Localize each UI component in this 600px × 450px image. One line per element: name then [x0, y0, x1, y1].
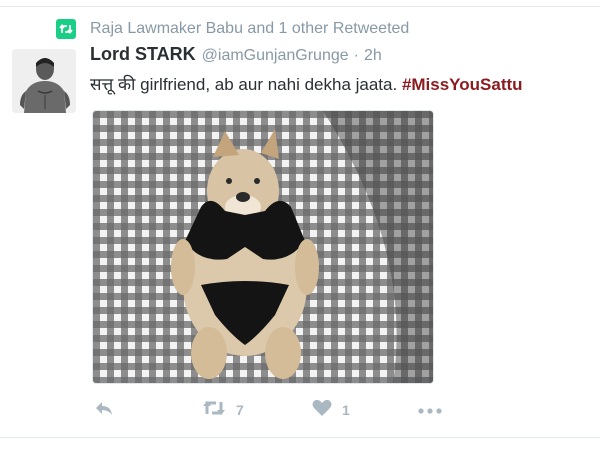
heart-icon [312, 399, 332, 422]
tweet-header: Lord STARK @iamGunjanGrunge · 2h [90, 44, 382, 65]
hashtag-link[interactable]: #MissYouSattu [402, 75, 523, 94]
tweet-top-divider [0, 6, 600, 7]
more-button[interactable] [418, 396, 442, 424]
reply-button[interactable] [94, 396, 114, 424]
separator-dot: · [353, 47, 359, 64]
retweet-context-text[interactable]: Raja Lawmaker Babu and 1 other Retweeted [90, 20, 409, 38]
tweet-actions: 7 1 [90, 396, 550, 424]
tweet-timestamp[interactable]: 2h [364, 47, 382, 65]
retweet-count: 7 [236, 402, 244, 418]
reply-icon [94, 400, 114, 421]
tweet-bottom-divider [0, 437, 600, 438]
like-button[interactable]: 1 [312, 396, 350, 424]
tweet-media-photo[interactable] [92, 110, 434, 384]
tweet-body: सत्तू की girlfriend, ab aur nahi dekha j… [90, 75, 398, 94]
user-handle[interactable]: @iamGunjanGrunge [202, 47, 349, 65]
more-icon [418, 401, 442, 419]
avatar[interactable] [12, 49, 76, 113]
retweet-context: Raja Lawmaker Babu and 1 other Retweeted [56, 17, 409, 41]
retweet-badge-icon [56, 19, 76, 39]
display-name[interactable]: Lord STARK [90, 44, 196, 65]
retweet-button[interactable]: 7 [202, 396, 244, 424]
tweet-text: सत्तू की girlfriend, ab aur nahi dekha j… [90, 72, 523, 95]
retweet-icon [202, 399, 226, 422]
like-count: 1 [342, 402, 350, 418]
